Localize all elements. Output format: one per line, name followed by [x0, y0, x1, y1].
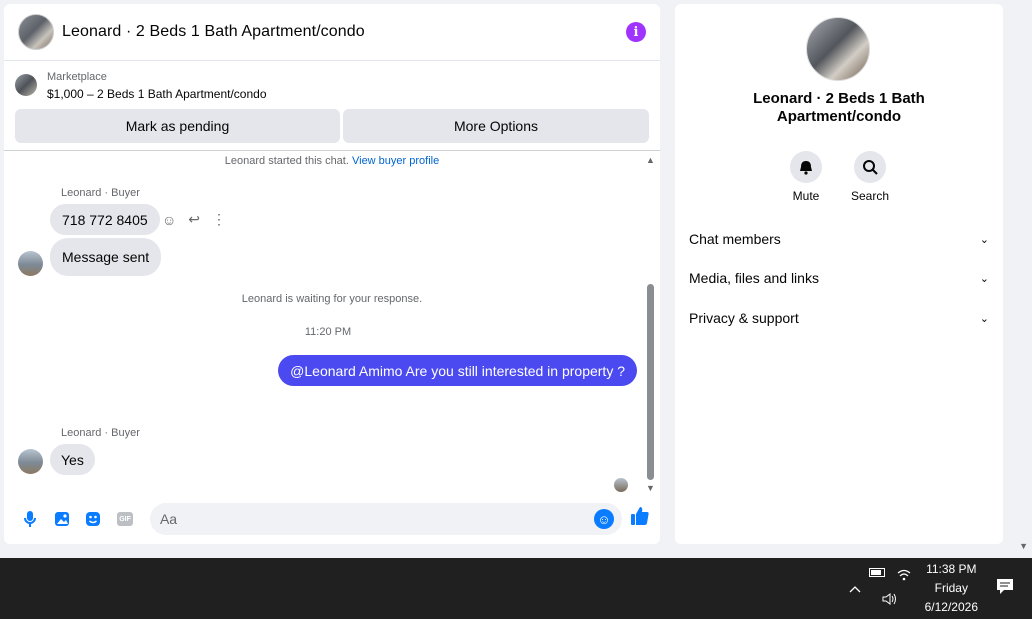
composer: GIF ☺: [4, 494, 660, 544]
listing-source: Marketplace: [47, 71, 107, 83]
chat-started-notice: Leonard started this chat. View buyer pr…: [4, 155, 660, 167]
message-input-wrapper: ☺: [149, 503, 623, 535]
notification-icon[interactable]: [996, 578, 1014, 600]
message-sender: Leonard · Buyer: [61, 427, 140, 439]
message-bubble[interactable]: 718 772 8405: [50, 204, 160, 235]
listing-description: $1,000 – 2 Beds 1 Bath Apartment/condo: [47, 87, 267, 101]
scroll-thumb[interactable]: [647, 284, 654, 480]
sticker-icon[interactable]: [77, 503, 109, 535]
section-label: Chat members: [689, 231, 781, 247]
avatar[interactable]: [18, 251, 43, 276]
gif-label: GIF: [117, 512, 134, 526]
conversation-info-panel: Leonard · 2 Beds 1 Bath Apartment/condo …: [675, 4, 1003, 544]
clock-date: 6/12/2026: [924, 600, 978, 614]
battery-icon[interactable]: [868, 567, 885, 586]
volume-icon[interactable]: [882, 592, 898, 610]
system-tray: 11:38 PM Friday 6/12/2026: [841, 558, 1032, 619]
message-tools: ☺ ↩ ⋮: [162, 211, 226, 228]
chevron-down-icon: ⌄: [979, 272, 989, 285]
wifi-icon[interactable]: [897, 568, 911, 586]
page-scroll-down-arrow-icon[interactable]: ▼: [1019, 541, 1028, 551]
clock-time: 11:38 PM: [926, 562, 977, 576]
waiting-notice: Leonard is waiting for your response.: [241, 293, 423, 305]
thumbs-up-icon[interactable]: [630, 506, 650, 532]
info-icon[interactable]: i: [626, 22, 646, 42]
search-button[interactable]: Search: [850, 151, 890, 203]
search-label: Search: [850, 189, 890, 203]
clock-day: Friday: [934, 581, 968, 595]
taskbar-clock[interactable]: 11:38 PM Friday 6/12/2026: [925, 560, 978, 617]
gif-icon[interactable]: GIF: [109, 503, 141, 535]
section-privacy-support[interactable]: Privacy & support ⌄: [689, 303, 989, 333]
photo-icon[interactable]: [46, 503, 78, 535]
view-buyer-profile-link[interactable]: View buyer profile: [352, 155, 439, 167]
listing-actions: Mark as pending More Options: [15, 109, 649, 143]
info-panel-actions: Mute Search: [788, 151, 890, 203]
bell-icon: [790, 151, 822, 183]
chat-started-text: Leonard started this chat.: [224, 155, 349, 167]
section-media-files-links[interactable]: Media, files and links ⌄: [689, 263, 989, 293]
more-options-button[interactable]: More Options: [343, 109, 649, 143]
chevron-down-icon: ⌄: [979, 312, 989, 325]
message-list[interactable]: Leonard started this chat. View buyer pr…: [4, 150, 660, 493]
reply-icon[interactable]: ↩: [188, 211, 200, 228]
outgoing-message-bubble[interactable]: @Leonard Amimo Are you still interested …: [278, 355, 637, 386]
mute-label: Mute: [792, 189, 820, 203]
react-icon[interactable]: ☺: [162, 212, 176, 228]
message-input[interactable]: [159, 511, 595, 527]
chat-header: Leonard · 2 Beds 1 Bath Apartment/condo …: [4, 4, 660, 61]
emoji-icon[interactable]: ☺: [594, 509, 615, 529]
section-label: Privacy & support: [689, 310, 799, 326]
more-actions-icon[interactable]: ⋮: [212, 211, 226, 228]
listing-thumbnail: [15, 74, 37, 96]
seen-indicator-avatar: [614, 478, 628, 492]
microphone-icon[interactable]: [14, 503, 46, 535]
scroll-down-arrow-icon[interactable]: ▼: [646, 483, 655, 493]
message-timestamp: 11:20 PM: [304, 326, 352, 338]
listing-banner[interactable]: Marketplace $1,000 – 2 Beds 1 Bath Apart…: [14, 66, 650, 108]
search-icon: [854, 151, 886, 183]
message-sender: Leonard · Buyer: [61, 187, 140, 199]
message-bubble[interactable]: Message sent: [50, 238, 162, 276]
chat-panel: Leonard · 2 Beds 1 Bath Apartment/condo …: [4, 4, 660, 544]
conversation-avatar-large[interactable]: [806, 17, 870, 81]
mute-button[interactable]: Mute: [788, 151, 824, 203]
info-panel-title: Leonard · 2 Beds 1 Bath Apartment/condo: [753, 90, 925, 125]
conversation-avatar[interactable]: [18, 14, 54, 50]
chevron-down-icon: ⌄: [979, 233, 989, 246]
mark-as-pending-button[interactable]: Mark as pending: [15, 109, 340, 143]
taskbar: 11:38 PM Friday 6/12/2026: [0, 558, 1032, 619]
scroll-up-arrow-icon[interactable]: ▲: [646, 155, 655, 165]
chevron-up-icon[interactable]: [849, 581, 861, 596]
message-bubble[interactable]: Yes: [50, 444, 95, 475]
chat-title[interactable]: Leonard · 2 Beds 1 Bath Apartment/condo: [62, 23, 626, 41]
section-chat-members[interactable]: Chat members ⌄: [689, 224, 989, 254]
section-label: Media, files and links: [689, 270, 819, 286]
message-scrollbar[interactable]: ▲ ▼: [646, 155, 655, 493]
avatar[interactable]: [18, 449, 43, 474]
